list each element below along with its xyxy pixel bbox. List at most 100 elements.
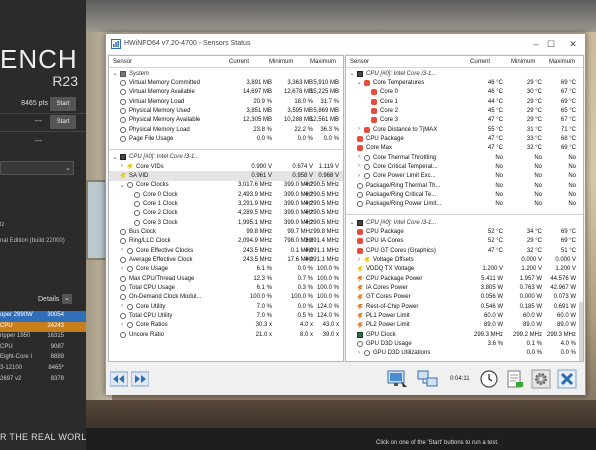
column-minimum[interactable]: Minimum bbox=[269, 59, 293, 65]
test-duration-dropdown[interactable]: ⌄ bbox=[0, 161, 74, 175]
sensor-row[interactable]: Core 0 Clock 2,493.9 MHz 399.0 MHz 4,290.5 … bbox=[109, 190, 343, 199]
sensor-row[interactable]: Core 1 Clock 3,291.9 MHz 399.0 MHz 4,290.5 … bbox=[109, 199, 343, 208]
expand-chevron-icon[interactable]: › bbox=[119, 247, 125, 253]
sensor-row[interactable]: Bus Clock 99.8 MHz 99.7 MHz 99.8 MHz bbox=[109, 228, 343, 237]
sensor-row[interactable]: CPU Package 52 °C 34 °C 69 °C bbox=[346, 228, 583, 237]
expand-chevron-icon[interactable]: › bbox=[119, 322, 125, 328]
sensor-group-row[interactable]: ⌄ System bbox=[109, 69, 343, 78]
sensor-row[interactable]: Page File Usage 0.0 % 0.0 % 0.0 % bbox=[109, 134, 343, 143]
sensor-row[interactable]: Package/Ring Critical Te... No No No bbox=[346, 190, 583, 199]
network-icon[interactable] bbox=[417, 369, 439, 389]
sensor-row[interactable]: › Core Distance to TjMAX 55 °C 31 °C 71 °C bbox=[346, 125, 583, 134]
collapse-chevron-icon[interactable]: ⌄ bbox=[112, 154, 118, 161]
close-button[interactable]: ✕ bbox=[567, 38, 579, 50]
sensor-row[interactable]: GPU Clock 299.3 MHz 299.2 MHz 299.3 MHz bbox=[346, 330, 583, 339]
sensor-row[interactable]: PL2 Power Limit 89.0 W 89.0 W 89.0 W bbox=[346, 321, 583, 330]
sensor-row[interactable]: Ring/LLC Clock 2,094.9 MHz 798.0 MHz 3,891.… bbox=[109, 237, 343, 246]
sensor-group-row[interactable]: ⌄ CPU [#0]: Intel Core i3-1... bbox=[109, 153, 343, 162]
collapse-chevron-icon[interactable]: ⌄ bbox=[119, 182, 125, 189]
multi-core-start-button[interactable]: Start bbox=[50, 97, 76, 111]
close-sensors-icon[interactable] bbox=[557, 369, 577, 389]
sensor-row[interactable]: › Core Thermal Throttling No No No bbox=[346, 153, 583, 162]
sensor-row[interactable]: PL1 Power Limit 60.0 W 60.0 W 60.0 W bbox=[346, 312, 583, 321]
sensor-row[interactable]: › Core Ratios 30.3 x 4.0 x 43.0 x bbox=[109, 321, 343, 330]
collapse-chevron-icon[interactable]: ⌄ bbox=[349, 70, 355, 77]
sensor-row[interactable]: GPU D3D Usage 3.6 % 0.1 % 4.0 % bbox=[346, 340, 583, 349]
sensor-row[interactable]: SA VID 0.961 V 0.958 V 0.968 V bbox=[109, 171, 343, 181]
sensor-row[interactable]: VDDQ TX Voltage 1.200 V 1.200 V 1.200 V bbox=[346, 265, 583, 274]
sensor-row[interactable]: Core 2 Clock 4,289.5 MHz 399.0 MHz 4,290.5 … bbox=[109, 209, 343, 218]
column-sensor[interactable]: Sensor bbox=[350, 59, 369, 65]
sensor-row[interactable]: › Core VIDs 0.990 V 0.674 V 1.119 V bbox=[109, 162, 343, 171]
column-current[interactable]: Current bbox=[470, 59, 490, 65]
details-dropdown-button[interactable]: ⌄ bbox=[62, 294, 72, 304]
sensor-row[interactable]: Virtual Memory Load 20.9 % 18.0 % 31.7 % bbox=[109, 97, 343, 106]
sensor-row[interactable]: Virtual Memory Available 14,697 MB 12,678 … bbox=[109, 88, 343, 97]
column-maximum[interactable]: Maximum bbox=[549, 59, 575, 65]
sensor-row[interactable]: CPU Package 47 °C 33 °C 68 °C bbox=[346, 134, 583, 143]
sensor-row[interactable]: ⌄ Core Temperatures 46 °C 29 °C 69 °C bbox=[346, 78, 583, 87]
sensor-row[interactable]: Max CPU/Thread Usage 12.3 % 0.7 % 100.0 % bbox=[109, 274, 343, 283]
sensor-row[interactable]: Physical Memory Load 23.8 % 22.2 % 36.3 % bbox=[109, 125, 343, 134]
column-minimum[interactable]: Minimum bbox=[511, 59, 535, 65]
expand-chevron-icon[interactable]: › bbox=[356, 154, 362, 160]
title-bar[interactable]: HWiNFO64 v7.20-4700 - Sensors Status – ☐… bbox=[106, 34, 585, 54]
column-maximum[interactable]: Maximum bbox=[310, 59, 336, 65]
sensor-row[interactable]: Core Max 47 °C 32 °C 69 °C bbox=[346, 144, 583, 153]
sensor-row[interactable]: Uncore Ratio 21.0 x 8.0 x 39.0 x bbox=[109, 330, 343, 339]
expand-chevron-icon[interactable]: › bbox=[119, 303, 125, 309]
sensor-row[interactable]: Core 3 Clock 1,995.1 MHz 399.0 MHz 4,290.5 … bbox=[109, 218, 343, 227]
sensor-row[interactable]: Core 2 45 °C 29 °C 65 °C bbox=[346, 106, 583, 115]
report-icon[interactable] bbox=[505, 369, 525, 389]
sensor-row[interactable]: On-Demand Clock Modul... 100.0 % 100.0 % 10… bbox=[109, 293, 343, 302]
sensor-row[interactable]: Physical Memory Used 3,851 MB 3,595 MB 5,86… bbox=[109, 106, 343, 115]
sensor-row[interactable]: › Core Usage 6.1 % 0.0 % 100.0 % bbox=[109, 265, 343, 274]
collapse-chevron-icon[interactable]: ⌄ bbox=[356, 79, 362, 86]
sensor-row[interactable]: › Voltage Offsets 0.000 V 0.000 V bbox=[346, 256, 583, 265]
sensor-row[interactable]: Rest-of-Chip Power 0.546 W 0.185 W 0.691 W bbox=[346, 302, 583, 311]
maximize-button[interactable]: ☐ bbox=[545, 38, 557, 50]
expand-right-arrows-icon[interactable] bbox=[131, 369, 149, 389]
sensor-row[interactable]: CPU GT Cores (Graphics) 47 °C 32 °C 51 °C bbox=[346, 246, 583, 255]
clock-reset-icon[interactable] bbox=[479, 369, 499, 389]
expand-chevron-icon[interactable]: › bbox=[356, 126, 362, 132]
sensor-row[interactable]: › Core Power Limit Exc... No No No bbox=[346, 172, 583, 181]
sensor-row[interactable]: Total CPU Utility 7.0 % 0.5 % 124.0 % bbox=[109, 312, 343, 321]
sensor-row[interactable]: Physical Memory Available 12,305 MB 10,288… bbox=[109, 116, 343, 125]
column-sensor[interactable]: Sensor bbox=[113, 59, 132, 65]
expand-chevron-icon[interactable]: › bbox=[356, 350, 362, 356]
sensor-row[interactable]: Core 1 44 °C 29 °C 69 °C bbox=[346, 97, 583, 106]
collapse-left-arrows-icon[interactable] bbox=[110, 369, 128, 389]
sensor-row[interactable]: CPU Package Power 5.411 W 1.957 W 44.576 W bbox=[346, 274, 583, 283]
expand-chevron-icon[interactable]: › bbox=[356, 257, 362, 263]
sensor-row[interactable]: Total CPU Usage 6.1 % 0.3 % 100.0 % bbox=[109, 284, 343, 293]
sensor-row[interactable]: Package/Ring Power Limit... No No No bbox=[346, 200, 583, 209]
expand-chevron-icon[interactable]: › bbox=[119, 266, 125, 272]
sensor-group-row[interactable]: ⌄ CPU [#0]: Intel Core i3-1... bbox=[346, 218, 583, 227]
collapse-chevron-icon[interactable]: ⌄ bbox=[349, 219, 355, 226]
sensor-row[interactable]: › Core Effective Clocks 243.5 MHz 0.1 MHz 4,… bbox=[109, 246, 343, 255]
sensor-row[interactable]: GT Cores Power 0.056 W 0.000 W 0.073 W bbox=[346, 293, 583, 302]
minimize-button[interactable]: – bbox=[530, 38, 542, 50]
single-core-start-button[interactable]: Start bbox=[50, 115, 76, 129]
sensor-row[interactable]: Virtual Memory Committed 3,891 MB 3,363 MB… bbox=[109, 78, 343, 87]
settings-gear-icon[interactable] bbox=[531, 369, 551, 389]
sensor-row[interactable]: Core 3 47 °C 29 °C 67 °C bbox=[346, 116, 583, 125]
vertical-scrollbar-thumb[interactable] bbox=[579, 302, 583, 361]
expand-chevron-icon[interactable]: › bbox=[356, 163, 362, 169]
expand-chevron-icon[interactable]: › bbox=[119, 163, 125, 169]
monitor-icon[interactable] bbox=[386, 369, 408, 389]
sensor-row[interactable]: Average Effective Clock 243.5 MHz 17.6 MHz… bbox=[109, 256, 343, 265]
sensor-row[interactable]: › GPU D3D Utilizations 0.0 % 0.0 % bbox=[346, 349, 583, 358]
collapse-chevron-icon[interactable]: ⌄ bbox=[112, 70, 118, 77]
sensor-row[interactable]: Core 0 46 °C 30 °C 67 °C bbox=[346, 88, 583, 97]
sensor-group-row[interactable]: ⌄ CPU [#0]: Intel Core i3-1... bbox=[346, 69, 583, 78]
sensor-row[interactable]: Package/Ring Thermal Th... No No No bbox=[346, 181, 583, 190]
sensor-row[interactable]: CPU IA Cores 52 °C 29 °C 69 °C bbox=[346, 237, 583, 246]
sensor-row[interactable]: ⌄ Core Clocks 3,017.6 MHz 399.0 MHz 4,290.5 … bbox=[109, 181, 343, 190]
sensor-row[interactable]: IA Cores Power 3.805 W 0.763 W 42.967 W bbox=[346, 284, 583, 293]
expand-chevron-icon[interactable]: › bbox=[356, 173, 362, 179]
sensor-row[interactable]: › Core Critical Temperat... No No No bbox=[346, 162, 583, 171]
column-current[interactable]: Current bbox=[229, 59, 249, 65]
sensor-row[interactable]: › Core Utility 7.0 % 0.0 % 124.0 % bbox=[109, 302, 343, 311]
